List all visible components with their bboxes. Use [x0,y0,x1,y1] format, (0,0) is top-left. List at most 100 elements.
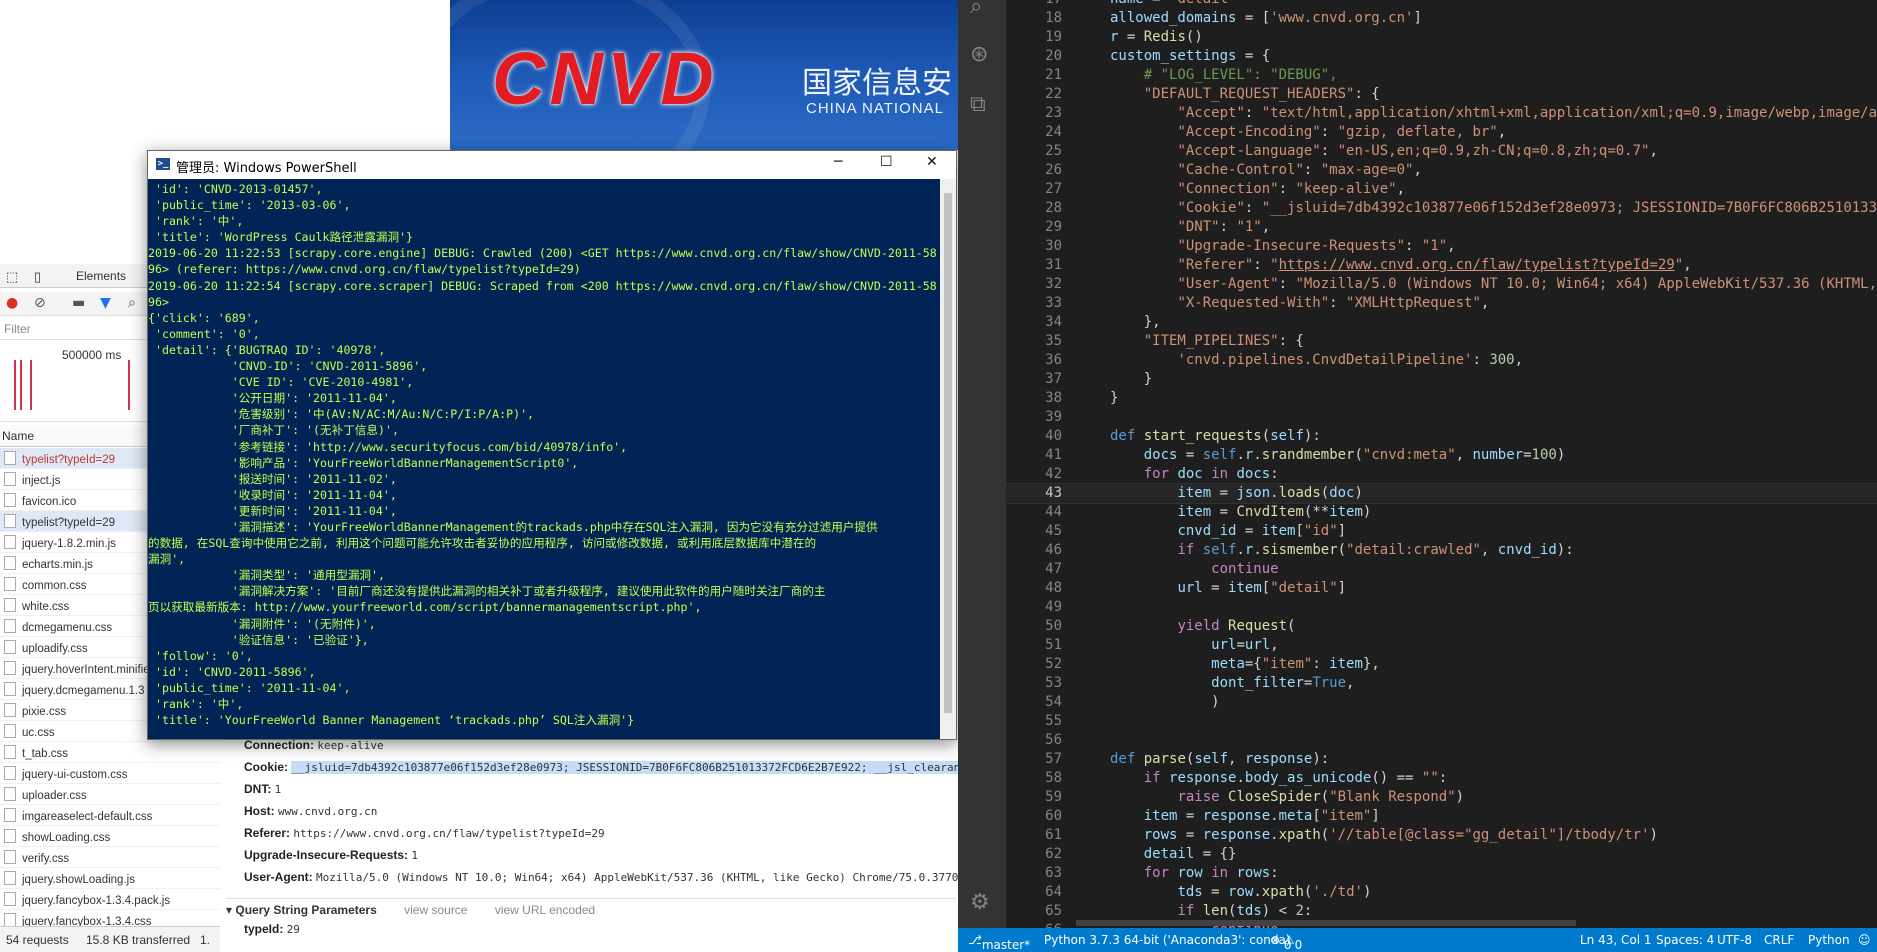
code-line[interactable]: 58 if response.body_as_unicode() == "": [1006,769,1877,788]
request-list-item[interactable]: imgareaselect-default.css [0,805,220,826]
code-line[interactable]: 29 "DNT": "1", [1006,218,1877,237]
indentation[interactable]: Spaces: 4 [1656,933,1714,947]
code-line[interactable]: 51 url=url, [1006,636,1877,655]
code-line[interactable]: 50 yield Request( [1006,617,1877,636]
code-line[interactable]: 64 tds = row.xpath('./td') [1006,883,1877,902]
code-line[interactable]: 27 "Connection": "keep-alive", [1006,180,1877,199]
request-list-item[interactable]: verify.css [0,847,220,868]
query-string-title[interactable]: Query String Parameters [235,903,376,917]
language-mode[interactable]: Python [1808,933,1850,947]
search-icon[interactable]: ⌕ [128,295,136,311]
code-line[interactable]: 35 "ITEM_PIPELINES": { [1006,332,1877,351]
line-code: detail = {} [1143,846,1237,862]
minimize-icon[interactable]: ─ [834,154,842,170]
request-list-item[interactable]: showLoading.css [0,826,220,847]
line-endings[interactable]: CRLF [1764,933,1794,947]
code-line[interactable]: 36 'cnvd.pipelines.CnvdDetailPipeline': … [1006,351,1877,370]
gear-icon[interactable]: ⚙ [970,890,990,915]
code-line[interactable]: 38} [1006,389,1877,408]
code-line[interactable]: 46 if self.r.sismember("detail:crawled",… [1006,541,1877,560]
code-editor[interactable]: 17 name = "detail" 18 allowed_domains = ['w… [1005,0,1877,938]
line-code: item = json.loads(doc) [1177,485,1363,501]
code-line[interactable]: 63 for row in rows: [1006,864,1877,883]
line-code: item = response.meta["item"] [1143,808,1380,824]
record-icon[interactable]: ● [6,295,18,311]
python-interpreter[interactable]: Python 3.7.3 64-bit ('Anaconda3': conda) [1044,933,1290,947]
device-toolbar-icon[interactable]: ▯ [34,269,41,285]
scrollbar-thumb[interactable] [1076,920,1576,926]
filter-icon[interactable]: ▼ [100,295,111,311]
code-line[interactable]: 31 "Referer": "https://www.cnvd.org.cn/f… [1006,256,1877,275]
console-line: 'comment': '0', [148,326,260,341]
feedback-icon[interactable]: ☺ [1858,933,1871,947]
code-line[interactable]: 56 [1006,731,1877,750]
code-line[interactable]: 47 continue [1006,560,1877,579]
code-line[interactable]: 54 ) [1006,693,1877,712]
extensions-icon[interactable]: ⧉ [970,92,986,117]
line-code: "Referer": "https://www.cnvd.org.cn/flaw… [1177,257,1692,273]
code-line[interactable]: 48 url = item["detail"] [1006,579,1877,598]
code-line[interactable]: 28 "Cookie": "__jsluid=7db4392c103877e06… [1006,199,1877,218]
code-line[interactable]: 57 def parse(self, response): [1006,750,1877,769]
view-source-link[interactable]: view source [404,903,467,917]
code-line[interactable]: 32 "User-Agent": "Mozilla/5.0 (Windows N… [1006,275,1877,294]
code-line[interactable]: 18 allowed_domains = ['www.cnvd.org.cn'] [1006,9,1877,28]
cursor-position[interactable]: Ln 43, Col 1 [1580,933,1652,947]
encoding[interactable]: UTF-8 [1717,933,1752,947]
scrollbar-thumb[interactable] [944,193,952,713]
line-code: r = Redis() [1110,29,1203,45]
console-output[interactable]: 'id': 'CNVD-2013-01457', 'public_time': … [148,179,940,739]
maximize-icon[interactable]: ☐ [880,154,893,170]
request-list-item[interactable]: t_tab.css [0,742,220,763]
code-line[interactable]: 39 [1006,408,1877,427]
tab-elements[interactable]: Elements [76,269,126,283]
code-line[interactable]: 33 "X-Requested-With": "XMLHttpRequest", [1006,294,1877,313]
close-icon[interactable]: ✕ [926,154,938,170]
request-list-item[interactable]: uploader.css [0,784,220,805]
camera-icon[interactable]: ▬ [72,295,85,311]
code-line[interactable]: 61 rows = response.xpath('//table[@class… [1006,826,1877,845]
code-line[interactable]: 26 "Cache-Control": "max-age=0", [1006,161,1877,180]
code-line[interactable]: 45 cnvd_id = item["id"] [1006,522,1877,541]
header-referer: Referer: https://www.cnvd.org.cn/flaw/ty… [244,826,605,840]
code-line[interactable]: 44 item = CnvdItem(**item) [1006,503,1877,522]
code-line[interactable]: 23 "Accept": "text/html,application/xhtm… [1006,104,1877,123]
header-upgrade: Upgrade-Insecure-Requests: 1 [244,848,419,862]
request-list-item[interactable]: jquery.fancybox-1.3.4.pack.js [0,889,220,910]
request-list-item[interactable]: jquery.showLoading.js [0,868,220,889]
code-line[interactable]: 55 [1006,712,1877,731]
powershell-titlebar[interactable]: >_ 管理员: Windows PowerShell ─ ☐ ✕ [148,151,956,179]
code-line[interactable]: 20 custom_settings = { [1006,47,1877,66]
code-line[interactable]: 19 r = Redis() [1006,28,1877,47]
code-line[interactable]: 30 "Upgrade-Insecure-Requests": "1", [1006,237,1877,256]
code-line[interactable]: 17 name = "detail" [1006,0,1877,9]
code-line[interactable]: 62 detail = {} [1006,845,1877,864]
code-line[interactable]: 49 [1006,598,1877,617]
code-line[interactable]: 37 } [1006,370,1877,389]
code-line[interactable]: 60 item = response.meta["item"] [1006,807,1877,826]
console-scrollbar[interactable] [940,179,956,739]
inspect-icon[interactable]: ⬚ [6,269,18,285]
problems-indicator[interactable]: ⊗ 0 ⚠ 0 [1270,933,1302,952]
code-line[interactable]: 40 def start_requests(self): [1006,427,1877,446]
header-host: Host: www.cnvd.org.cn [244,804,378,818]
search-icon[interactable]: ⌕ [970,0,982,19]
debug-icon[interactable]: ⊛ [970,42,988,67]
code-line[interactable]: 34 }, [1006,313,1877,332]
code-line[interactable]: 24 "Accept-Encoding": "gzip, deflate, br… [1006,123,1877,142]
request-list-item[interactable]: jquery-ui-custom.css [0,763,220,784]
code-line[interactable]: 43 item = json.loads(doc) [1005,483,1877,504]
view-url-encoded-link[interactable]: view URL encoded [495,903,595,917]
code-line[interactable]: 59 raise CloseSpider("Blank Respond") [1006,788,1877,807]
expand-arrow-icon[interactable]: ▾ [226,903,232,917]
code-line[interactable]: 42 for doc in docs: [1006,465,1877,484]
code-line[interactable]: 25 "Accept-Language": "en-US,en;q=0.9,zh… [1006,142,1877,161]
code-line[interactable]: 22 "DEFAULT_REQUEST_HEADERS": { [1006,85,1877,104]
code-line[interactable]: 21 # "LOG_LEVEL": "DEBUG", [1006,66,1877,85]
git-branch[interactable]: ⎇ master* [968,933,1030,952]
clear-icon[interactable]: ⊘ [34,295,46,311]
code-line[interactable]: 41 docs = self.r.srandmember("cnvd:meta"… [1006,446,1877,465]
code-line[interactable]: 52 meta={"item": item}, [1006,655,1877,674]
horizontal-scrollbar[interactable] [1006,918,1877,928]
code-line[interactable]: 53 dont_filter=True, [1006,674,1877,693]
